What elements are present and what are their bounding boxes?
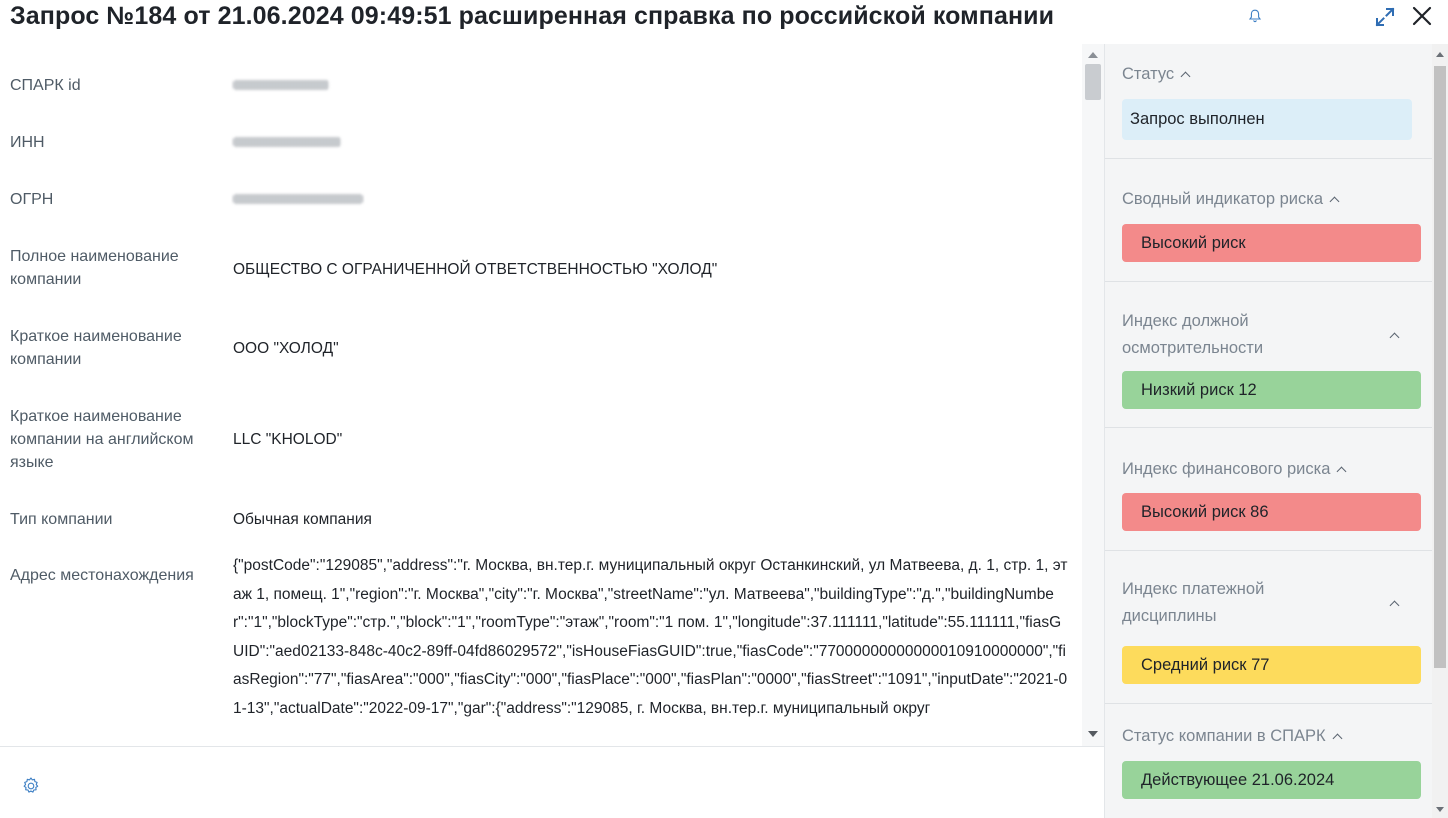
risk-badge: Средний риск 77: [1122, 646, 1421, 684]
bell-icon[interactable]: [1247, 8, 1263, 24]
field-label: Адрес местонахождения: [10, 567, 194, 584]
field-value: LLC "KHOLOD": [233, 431, 343, 448]
scroll-down-arrow-icon[interactable]: [1088, 731, 1098, 737]
field-value: ООО "ХОЛОД": [233, 340, 339, 357]
section-payment-discipline: Индекс платежной дисциплины Средний риск…: [1105, 551, 1432, 704]
status-badge: Запрос выполнен: [1122, 99, 1412, 140]
header: Запрос №184 от 21.06.2024 09:49:51 расши…: [0, 0, 1448, 40]
section-summary-risk: Сводный индикатор риска Высокий риск: [1105, 159, 1432, 282]
expand-icon[interactable]: [1374, 6, 1396, 28]
chevron-up-icon[interactable]: [1180, 71, 1191, 82]
field-value: ОБЩЕСТВО С ОГРАНИЧЕННОЙ ОТВЕТСТВЕННОСТЬЮ…: [233, 261, 718, 278]
chevron-up-icon[interactable]: [1389, 332, 1400, 343]
section-spark-status: Статус компании в СПАРК Действующее 21.0…: [1105, 704, 1432, 818]
section-header[interactable]: Статус компании в СПАРК: [1122, 723, 1343, 750]
chevron-up-icon[interactable]: [1329, 196, 1340, 207]
chevron-up-icon[interactable]: [1332, 733, 1343, 744]
gear-icon[interactable]: [21, 776, 41, 796]
field-value: Обычная компания: [233, 511, 372, 528]
section-title: Статус: [1122, 65, 1175, 83]
risk-badge: Высокий риск: [1122, 224, 1421, 262]
footer: [0, 746, 1104, 818]
chevron-up-icon[interactable]: [1389, 600, 1400, 611]
section-header[interactable]: Сводный индикатор риска: [1122, 186, 1340, 213]
status-badge: Действующее 21.06.2024: [1122, 761, 1421, 799]
field-label: СПАРК id: [10, 77, 81, 94]
section-title: Статус компании в СПАРК: [1122, 727, 1326, 745]
section-due-diligence: Индекс должной осмотрительности Низкий р…: [1105, 282, 1432, 428]
section-financial-risk: Индекс финансового риска Высокий риск 86: [1105, 428, 1432, 551]
section-status: Статус Запрос выполнен: [1105, 44, 1432, 159]
section-title: Сводный индикатор риска: [1122, 190, 1323, 208]
chevron-up-icon[interactable]: [1336, 466, 1347, 477]
section-title: Индекс финансового риска: [1122, 460, 1331, 478]
field-label: Краткое наименование компании: [10, 328, 182, 368]
section-header[interactable]: Статус: [1122, 61, 1191, 88]
scrollbar-thumb[interactable]: [1085, 64, 1101, 100]
field-value-redacted: [233, 74, 1073, 97]
field-label: ИНН: [10, 134, 45, 151]
section-title[interactable]: Индекс должной осмотрительности: [1122, 308, 1362, 362]
risk-badge: Низкий риск 12: [1122, 371, 1421, 409]
field-label: Краткое наименование компании на английс…: [10, 408, 194, 471]
field-value-redacted: [233, 131, 1073, 154]
scroll-up-arrow-icon[interactable]: [1436, 52, 1444, 57]
page-title: Запрос №184 от 21.06.2024 09:49:51 расши…: [10, 2, 1055, 30]
field-label: Полное наименование компании: [10, 248, 179, 288]
status-sidebar: Статус Запрос выполнен Сводный индикатор…: [1104, 44, 1432, 818]
scroll-up-arrow-icon[interactable]: [1088, 52, 1098, 58]
field-label: Тип компании: [10, 511, 113, 528]
field-value-redacted: [233, 188, 1073, 211]
risk-badge: Высокий риск 86: [1122, 493, 1421, 531]
section-title[interactable]: Индекс платежной дисциплины: [1122, 576, 1362, 630]
scrollbar-thumb[interactable]: [1434, 66, 1446, 668]
address-json-value: {"postCode":"129085","address":"г. Москв…: [233, 557, 1068, 717]
details-panel: СПАРК id ИНН ОГРН Полное наименование ко…: [0, 44, 1082, 746]
section-header[interactable]: Индекс финансового риска: [1122, 456, 1347, 483]
sidebar-scrollbar[interactable]: [1432, 44, 1448, 818]
close-icon[interactable]: [1410, 4, 1434, 28]
field-label: ОГРН: [10, 191, 54, 208]
main-scrollbar[interactable]: [1082, 44, 1104, 746]
scroll-down-arrow-icon[interactable]: [1436, 807, 1444, 812]
